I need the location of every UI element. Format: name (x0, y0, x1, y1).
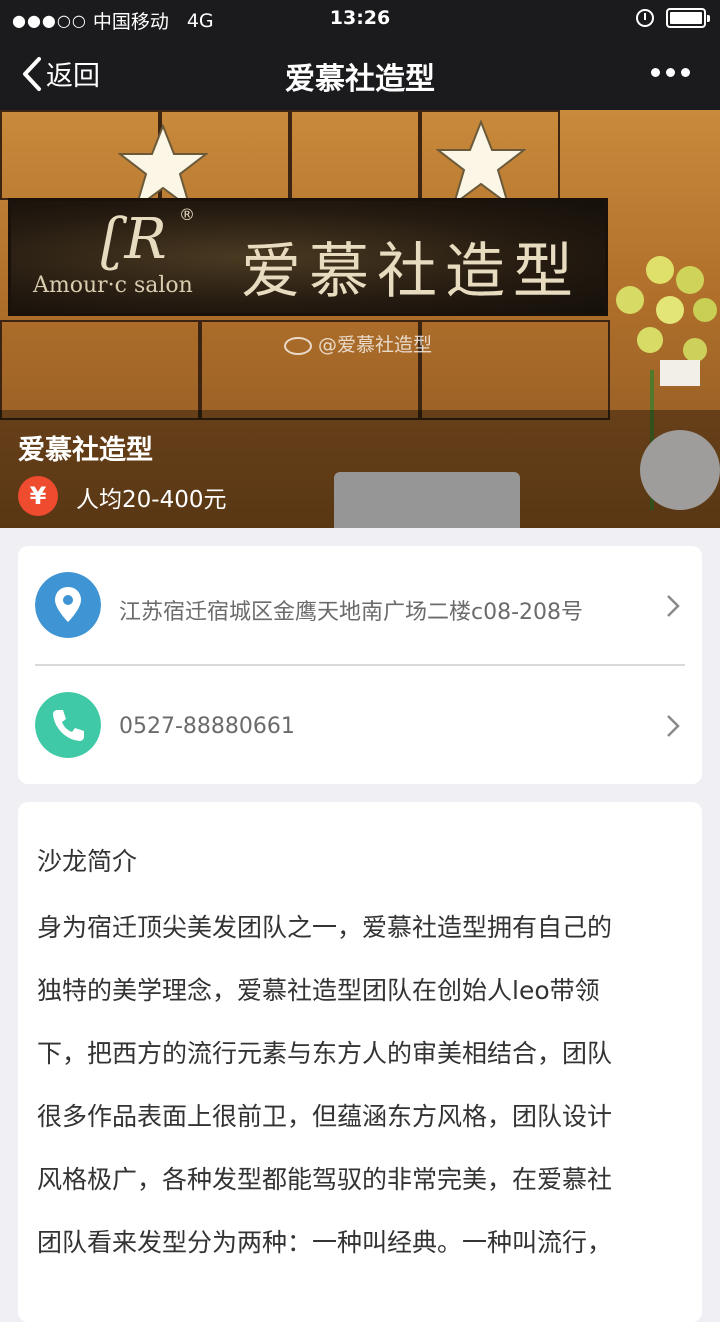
intro-card: 沙龙简介 身为宿迁顶尖美发团队之一，爱慕社造型拥有自己的 独特的美学理念，爱慕社… (18, 802, 702, 1322)
weibo-icon (284, 336, 312, 355)
intro-body: 身为宿迁顶尖美发团队之一，爱慕社造型拥有自己的 独特的美学理念，爱慕社造型团队在… (37, 896, 687, 1274)
salon-logo-mark: ʗR (101, 207, 167, 272)
wood-panel (290, 110, 420, 200)
yen-icon: ¥ (18, 476, 58, 516)
chevron-right-icon (667, 715, 680, 737)
registered-mark: ® (179, 205, 195, 224)
more-icon-dot (681, 68, 690, 77)
phone-row[interactable]: 0527-88880661 (18, 666, 702, 784)
top-bar: ●●●○○ 中国移动 4G 13:26 返回 爱慕社造型 (0, 0, 720, 110)
intro-line: 很多作品表面上很前卫，但蕴涵东方风格，团队设计 (37, 1102, 613, 1131)
intro-line: 独特的美学理念，爱慕社造型团队在创始人leo带领 (37, 976, 600, 1005)
nav-bar: 返回 爱慕社造型 (0, 38, 720, 110)
intro-line: 团队看来发型分为两种：一种叫经典。一种叫流行， (37, 1228, 613, 1257)
wood-panel (0, 320, 200, 420)
phone-icon (35, 692, 101, 758)
more-icon-dot (651, 68, 660, 77)
battery-icon (666, 8, 710, 28)
location-pin-icon (35, 572, 101, 638)
address-row[interactable]: 江苏宿迁宿城区金鹰天地南广场二楼c08-208号 (18, 546, 702, 664)
address-text: 江苏宿迁宿城区金鹰天地南广场二楼c08-208号 (119, 600, 584, 625)
alarm-icon (636, 9, 654, 27)
chevron-right-icon (667, 595, 680, 617)
intro-line: 下，把西方的流行元素与东方人的审美相结合，团队 (37, 1039, 613, 1068)
status-right (636, 8, 710, 28)
salon-signboard: ʗR ® Amour·c salon 爱慕社造型 (8, 198, 608, 316)
status-bar: ●●●○○ 中国移动 4G 13:26 (0, 0, 720, 38)
status-time: 13:26 (329, 7, 391, 29)
page-title: 爱慕社造型 (285, 62, 435, 97)
intro-line: 身为宿迁顶尖美发团队之一，爱慕社造型拥有自己的 (37, 913, 613, 942)
contact-card: 江苏宿迁宿城区金鹰天地南广场二楼c08-208号 0527-88880661 (18, 546, 702, 784)
average-price: 人均20-400元 (76, 487, 227, 513)
hero-image: ʗR ® Amour·c salon 爱慕社造型 @爱慕社造型 爱慕社造型 ¥ … (0, 110, 720, 528)
star-lamp-icon (436, 120, 526, 207)
sign-english: Amour·c salon (33, 273, 193, 298)
watermark-text: @爱慕社造型 (318, 334, 433, 356)
salon-name: 爱慕社造型 (18, 435, 153, 466)
weibo-watermark: @爱慕社造型 (284, 330, 432, 357)
more-button[interactable] (645, 68, 690, 77)
intro-line: 风格极广，各种发型都能驾驭的非常完美，在爱慕社 (37, 1165, 613, 1194)
phone-number: 0527-88880661 (119, 714, 295, 739)
more-icon-dot (666, 68, 675, 77)
intro-title: 沙龙简介 (37, 847, 138, 876)
wood-panel (420, 320, 610, 420)
sign-chinese: 爱慕社造型 (241, 237, 581, 307)
